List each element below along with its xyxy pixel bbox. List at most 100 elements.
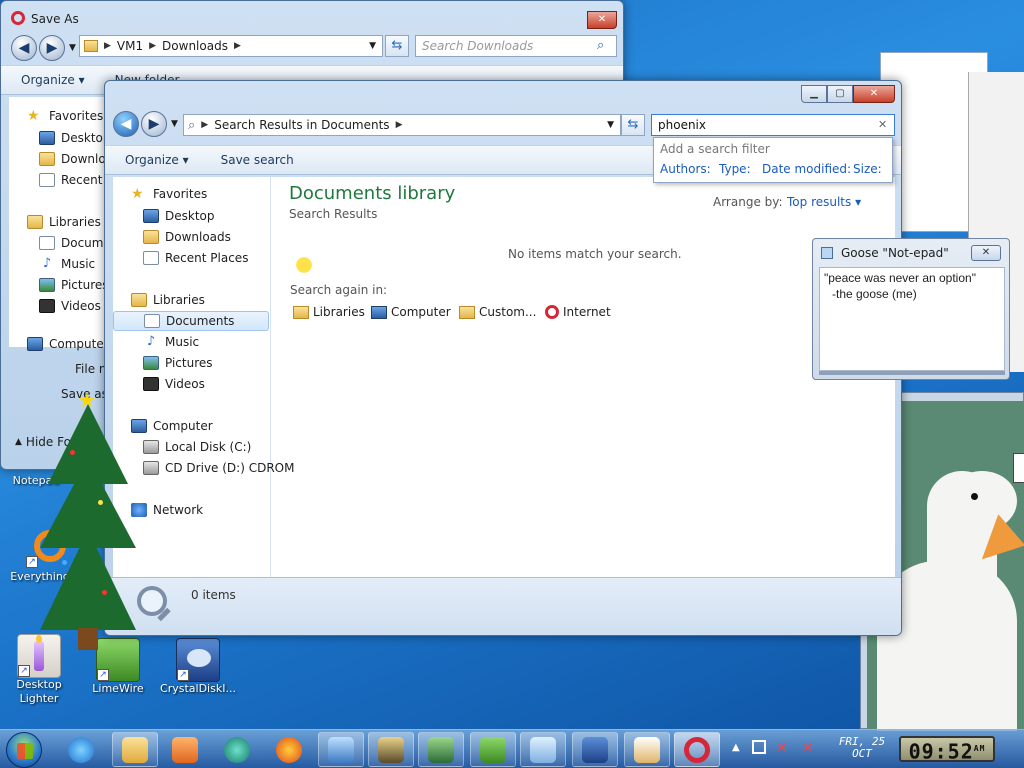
- back-button[interactable]: ◀: [113, 111, 139, 137]
- nav-music[interactable]: ♪ Music: [39, 257, 95, 272]
- nav-local-disk[interactable]: Local Disk (C:): [143, 440, 251, 454]
- notepad-icon: [530, 737, 556, 763]
- nav-cd-drive[interactable]: CD Drive (D:) CDROM: [143, 461, 294, 475]
- clear-search-icon[interactable]: ✕: [878, 118, 887, 131]
- nav-network[interactable]: Network: [131, 503, 203, 517]
- nav-downloads[interactable]: Downloads: [143, 230, 231, 244]
- taskbar-opera[interactable]: [674, 732, 720, 767]
- monitor-icon: [428, 737, 454, 763]
- search-again-internet[interactable]: Internet: [545, 305, 611, 319]
- refresh-button[interactable]: ⇆: [385, 35, 409, 57]
- organize-button[interactable]: Organize ▾: [125, 153, 189, 167]
- nav-favorites[interactable]: ★ Favorites: [27, 109, 103, 123]
- disk-info-icon: [582, 737, 608, 763]
- nav-desktop[interactable]: Desktop: [39, 131, 111, 145]
- address-bar[interactable]: ⌕ ▶ Search Results in Documents ▶ ▼: [183, 114, 621, 136]
- tray-expand-icon[interactable]: ▲: [732, 742, 740, 753]
- chevron-up-icon: ▲: [15, 437, 22, 447]
- security-tray-icon[interactable]: ✕: [802, 740, 814, 756]
- taskbar-app-6[interactable]: [572, 732, 618, 767]
- note-line: -the goose (me): [832, 287, 917, 301]
- save-search-button[interactable]: Save search: [221, 153, 294, 167]
- close-button[interactable]: ✕: [587, 11, 617, 29]
- computer-icon: [371, 305, 387, 319]
- nav-libraries[interactable]: Libraries: [131, 293, 205, 307]
- nav-pictures[interactable]: Pictures: [39, 278, 109, 292]
- nav-recent-places[interactable]: Recent Places: [143, 251, 248, 265]
- nav-favorites[interactable]: ★ Favorites: [131, 187, 207, 201]
- firefox-icon: [276, 737, 302, 763]
- arrange-by-dropdown[interactable]: Top results ▾: [787, 195, 861, 209]
- desktop-icon-crystaldiskinfo[interactable]: ↗ CrystalDiskI...: [158, 638, 238, 696]
- breadcrumb-item[interactable]: Search Results in Documents: [214, 118, 389, 132]
- desktop-icon-label: CrystalDiskI...: [160, 682, 236, 695]
- taskbar-ie[interactable]: [58, 732, 104, 767]
- search-input[interactable]: Search Downloads: [415, 35, 617, 57]
- taskbar-app-7[interactable]: [624, 732, 670, 767]
- search-input[interactable]: phoenix: [651, 114, 895, 136]
- library-subtitle: Search Results: [289, 207, 378, 221]
- note-text-area[interactable]: "peace was never an option" -the goose (…: [819, 267, 1005, 371]
- maximize-button[interactable]: ▢: [827, 85, 853, 103]
- pictures-icon: [143, 356, 159, 370]
- window-title: Goose "Not-epad": [841, 246, 949, 260]
- opera-icon: [545, 305, 559, 319]
- clock-display[interactable]: 09:52AM: [899, 736, 995, 763]
- refresh-button[interactable]: ⇆: [621, 114, 645, 136]
- close-button[interactable]: ✕: [971, 245, 1001, 261]
- breadcrumb-item[interactable]: Downloads: [162, 39, 228, 53]
- star-icon: ★: [27, 108, 40, 124]
- cd-icon: [143, 461, 159, 475]
- nav-desktop[interactable]: Desktop: [143, 209, 215, 223]
- taskbar-app-1[interactable]: [318, 732, 364, 767]
- chevron-down-icon[interactable]: ▼: [69, 43, 76, 53]
- taskbar-app-2[interactable]: [368, 732, 414, 767]
- chevron-down-icon[interactable]: ▼: [607, 120, 614, 130]
- volume-muted-icon[interactable]: ✕: [776, 740, 788, 756]
- filter-size[interactable]: Size:: [853, 162, 882, 176]
- search-again-libraries[interactable]: Libraries: [293, 305, 365, 319]
- internet-explorer-icon: [68, 737, 94, 763]
- search-again-custom[interactable]: Custom...: [459, 305, 536, 319]
- forward-button[interactable]: ▶: [39, 35, 65, 61]
- nav-computer[interactable]: Computer: [131, 419, 213, 433]
- nav-pictures[interactable]: Pictures: [143, 356, 213, 370]
- window-title: Save As: [31, 12, 79, 26]
- taskbar-app-5[interactable]: [520, 732, 566, 767]
- taskbar-firefox[interactable]: [266, 732, 312, 767]
- note-line: "peace was never an option": [824, 271, 976, 285]
- taskbar-app-globe[interactable]: [214, 732, 260, 767]
- search-again-computer[interactable]: Computer: [371, 305, 451, 319]
- network-tray-icon[interactable]: [752, 740, 766, 754]
- nav-videos[interactable]: Videos: [143, 377, 205, 391]
- forward-button[interactable]: ▶: [141, 111, 167, 137]
- breadcrumb-item[interactable]: VM1: [117, 39, 143, 53]
- address-bar[interactable]: ▶ VM1 ▶ Downloads ▶ ▼: [79, 35, 383, 57]
- desktop-icon: [39, 131, 55, 145]
- filter-date-modified[interactable]: Date modified:: [762, 162, 851, 176]
- nav-libraries[interactable]: Libraries: [27, 215, 101, 229]
- goose-notepad-window[interactable]: Goose "Not-epad" ✕ "peace was never an o…: [812, 238, 1010, 380]
- document-icon: [144, 314, 160, 328]
- taskbar-app-3[interactable]: [418, 732, 464, 767]
- nav-videos[interactable]: Videos: [39, 299, 101, 313]
- folder-icon: [39, 152, 55, 166]
- minimize-button[interactable]: ▁: [801, 85, 827, 103]
- chevron-down-icon[interactable]: ▼: [171, 119, 178, 129]
- taskbar-media[interactable]: [162, 732, 208, 767]
- notepad-icon: [821, 247, 833, 259]
- filter-authors[interactable]: Authors:: [660, 162, 711, 176]
- back-button[interactable]: ◀: [11, 35, 37, 61]
- explorer-window[interactable]: ▁ ▢ ✕ ◀ ▶ ▼ ⌕ ▶ Search Results in Docume…: [104, 80, 902, 636]
- chevron-down-icon[interactable]: ▼: [369, 41, 376, 51]
- organize-button[interactable]: Organize ▾: [21, 73, 85, 87]
- nav-documents[interactable]: Documents: [113, 311, 269, 331]
- nav-computer[interactable]: Computer: [27, 337, 109, 351]
- taskbar-app-4[interactable]: [470, 732, 516, 767]
- start-button[interactable]: [6, 732, 42, 768]
- nav-music[interactable]: ♪ Music: [143, 335, 199, 350]
- taskbar-explorer[interactable]: [112, 732, 158, 767]
- disk-icon: [143, 440, 159, 454]
- filter-type[interactable]: Type:: [719, 162, 751, 176]
- close-button[interactable]: ✕: [853, 85, 895, 103]
